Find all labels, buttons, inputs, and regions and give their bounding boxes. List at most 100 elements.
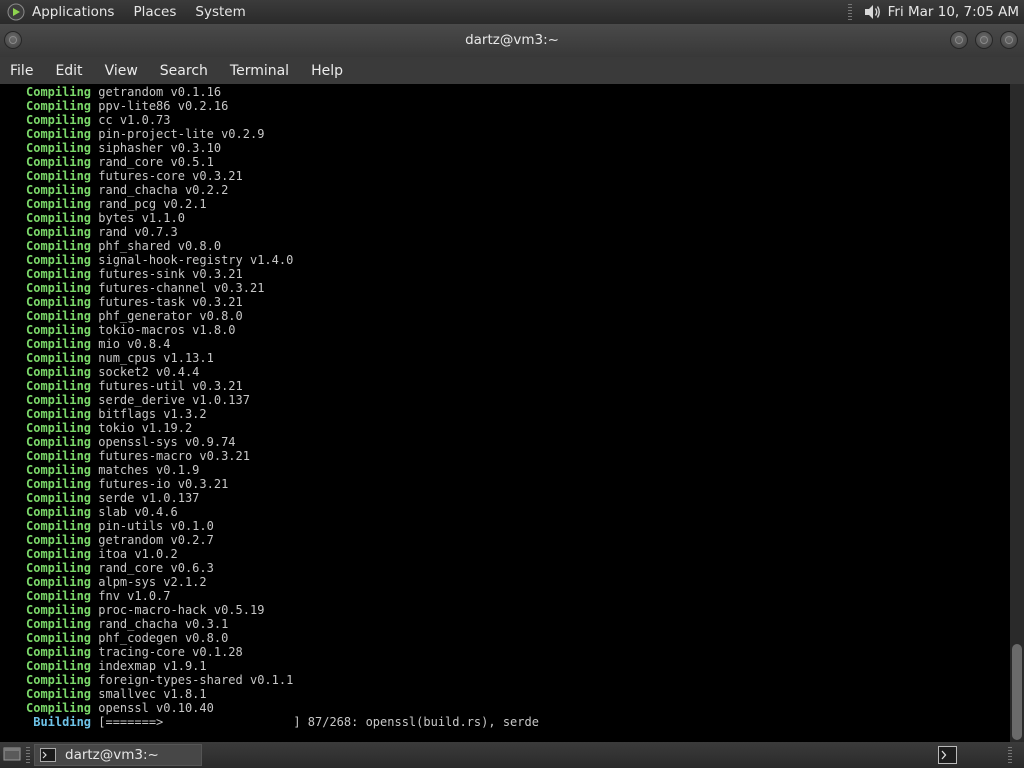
terminal-text: bitflags v1.3.2 [91, 407, 207, 421]
terminal-line: Compiling serde v1.0.137 [26, 491, 199, 505]
terminal-line: Compiling proc-macro-hack v0.5.19 [26, 603, 264, 617]
scrollbar-thumb[interactable] [1012, 644, 1022, 740]
show-desktop-icon[interactable] [3, 746, 21, 762]
menu-terminal[interactable]: Terminal [230, 63, 289, 79]
terminal-text: rand_chacha v0.2.2 [91, 183, 229, 197]
terminal-keyword: Compiling [26, 85, 92, 99]
terminal-keyword: Compiling [26, 589, 92, 603]
taskbar-window-button[interactable]: dartz@vm3:~ [34, 744, 202, 766]
terminal-line: Compiling serde_derive v1.0.137 [26, 393, 250, 407]
menu-view[interactable]: View [105, 63, 138, 79]
terminal-keyword: Compiling [26, 673, 92, 687]
terminal-keyword: Compiling [26, 337, 92, 351]
taskbar-window-label: dartz@vm3:~ [65, 747, 159, 763]
terminal-text: signal-hook-registry v1.4.0 [91, 253, 294, 267]
terminal-keyword: Compiling [26, 505, 92, 519]
terminal-line: Compiling slab v0.4.6 [26, 505, 178, 519]
terminal-text: tokio-macros v1.8.0 [91, 323, 236, 337]
applications-menu[interactable]: Applications [32, 4, 114, 20]
terminal-text: tracing-core v0.1.28 [91, 645, 243, 659]
top-panel: Applications Places System Fri Mar 10, 7… [0, 0, 1024, 24]
terminal-line: Compiling phf_codegen v0.8.0 [26, 631, 228, 645]
terminal-text: itoa v1.0.2 [91, 547, 178, 561]
terminal-icon [40, 748, 56, 762]
terminal-text: matches v0.1.9 [91, 463, 200, 477]
terminal-text: ppv-lite86 v0.2.16 [91, 99, 229, 113]
terminal-text: socket2 v0.4.4 [91, 365, 200, 379]
panel-grip [847, 4, 852, 20]
terminal-text: futures-io v0.3.21 [91, 477, 229, 491]
terminal-output[interactable]: Compiling getrandom v0.1.16 Compiling ppv… [0, 84, 1010, 742]
terminal-text: futures-util v0.3.21 [91, 379, 243, 393]
terminal-line: Compiling pin-utils v0.1.0 [26, 519, 214, 533]
terminal-text: openssl v0.10.40 [91, 701, 214, 715]
terminal-keyword: Compiling [26, 547, 92, 561]
terminal-keyword: Compiling [26, 645, 92, 659]
terminal-keyword: Compiling [26, 351, 92, 365]
system-menu[interactable]: System [195, 4, 245, 20]
terminal-text: bytes v1.1.0 [91, 211, 185, 225]
terminal-text: smallvec v1.8.1 [91, 687, 207, 701]
terminal-text: phf_generator v0.8.0 [91, 309, 243, 323]
terminal-line: Compiling indexmap v1.9.1 [26, 659, 207, 673]
terminal-scrollbar[interactable] [1010, 84, 1024, 742]
terminal-line: Compiling matches v0.1.9 [26, 463, 199, 477]
terminal-text: rand_core v0.6.3 [91, 561, 214, 575]
menu-edit[interactable]: Edit [55, 63, 82, 79]
terminal-keyword: Compiling [26, 197, 92, 211]
terminal-text: futures-channel v0.3.21 [91, 281, 265, 295]
minimize-button[interactable] [950, 31, 968, 49]
terminal-icon[interactable] [938, 746, 957, 764]
terminal-keyword: Compiling [26, 659, 92, 673]
terminal-keyword: Compiling [26, 463, 92, 477]
terminal-text: getrandom v0.1.16 [91, 85, 222, 99]
terminal-keyword: Compiling [26, 617, 92, 631]
terminal-line: Compiling futures-io v0.3.21 [26, 477, 228, 491]
speaker-volume-icon[interactable] [862, 2, 882, 22]
terminal-text: cc v1.0.73 [91, 113, 171, 127]
distro-logo-icon[interactable] [7, 3, 25, 21]
terminal-text: futures-sink v0.3.21 [91, 267, 243, 281]
taskbar-grip [26, 747, 30, 763]
terminal-keyword: Compiling [26, 295, 92, 309]
terminal-line: Compiling tokio v1.19.2 [26, 421, 192, 435]
terminal-text: pin-utils v0.1.0 [91, 519, 214, 533]
terminal-line: Compiling getrandom v0.2.7 [26, 533, 214, 547]
terminal-keyword: Compiling [26, 561, 92, 575]
terminal-line: Compiling siphasher v0.3.10 [26, 141, 221, 155]
terminal-line: Compiling foreign-types-shared v0.1.1 [26, 673, 293, 687]
places-menu[interactable]: Places [133, 4, 176, 20]
terminal-line: Compiling tracing-core v0.1.28 [26, 645, 243, 659]
terminal-line: Compiling cc v1.0.73 [26, 113, 171, 127]
terminal-text: rand_pcg v0.2.1 [91, 197, 207, 211]
terminal-keyword: Compiling [26, 155, 92, 169]
terminal-text: pin-project-lite v0.2.9 [91, 127, 265, 141]
close-button[interactable] [1000, 31, 1018, 49]
window-titlebar[interactable]: dartz@vm3:~ [0, 24, 1024, 57]
menu-file[interactable]: File [10, 63, 33, 79]
terminal-line: Compiling itoa v1.0.2 [26, 547, 178, 561]
maximize-button[interactable] [975, 31, 993, 49]
clock[interactable]: Fri Mar 10, 7:05 AM [888, 4, 1019, 20]
terminal-keyword: Compiling [26, 533, 92, 547]
terminal-text: mio v0.8.4 [91, 337, 171, 351]
terminal-text: slab v0.4.6 [91, 505, 178, 519]
terminal-text: futures-core v0.3.21 [91, 169, 243, 183]
terminal-keyword: Compiling [26, 407, 92, 421]
terminal-line: Compiling tokio-macros v1.8.0 [26, 323, 236, 337]
terminal-keyword: Compiling [26, 267, 92, 281]
terminal-keyword: Compiling [26, 701, 92, 715]
terminal-keyword: Compiling [26, 253, 92, 267]
terminal-text: futures-macro v0.3.21 [91, 449, 250, 463]
terminal-text: tokio v1.19.2 [91, 421, 193, 435]
terminal-text: phf_shared v0.8.0 [91, 239, 222, 253]
terminal-keyword: Compiling [26, 211, 92, 225]
menu-help[interactable]: Help [311, 63, 343, 79]
terminal-text: openssl-sys v0.9.74 [91, 435, 236, 449]
terminal-keyword: Compiling [26, 183, 92, 197]
panel-tray: Fri Mar 10, 7:05 AM [847, 0, 1019, 24]
terminal-keyword: Compiling [26, 477, 92, 491]
terminal-line: Compiling phf_generator v0.8.0 [26, 309, 243, 323]
taskbar: dartz@vm3:~ [0, 742, 1024, 768]
menu-search[interactable]: Search [160, 63, 208, 79]
